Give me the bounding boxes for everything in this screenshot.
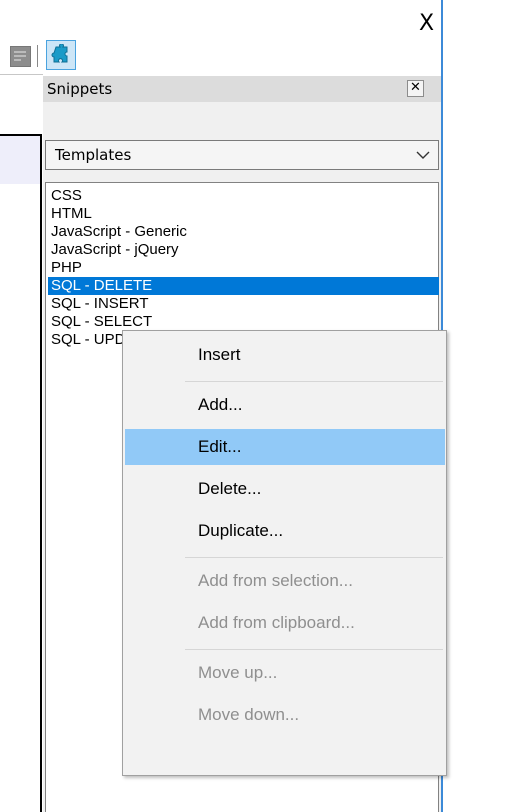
panel-title: Snippets xyxy=(47,80,113,98)
right-blank-area xyxy=(443,0,530,812)
menu-item-label: Move down... xyxy=(198,705,300,724)
menu-item-move-up[interactable]: Move up... xyxy=(125,655,445,691)
editor-area[interactable] xyxy=(0,76,40,812)
snippets-toggle-button[interactable] xyxy=(46,40,76,70)
menu-item-move-down[interactable]: Move down... xyxy=(125,697,445,733)
menu-item-delete[interactable]: Delete... xyxy=(125,471,445,507)
document-list-icon[interactable] xyxy=(10,46,31,67)
menu-item-label: Add... xyxy=(198,395,243,414)
menu-item-label: Insert xyxy=(198,345,241,364)
menu-item-label: Duplicate... xyxy=(198,521,284,540)
editor-border xyxy=(40,134,42,812)
menu-item-insert[interactable]: Insert xyxy=(125,337,445,373)
toolbar xyxy=(0,38,441,74)
window-close-button[interactable]: X xyxy=(419,12,434,36)
menu-item-add[interactable]: Add... xyxy=(125,387,445,423)
menu-item-add-from-selection[interactable]: Add from selection... xyxy=(125,563,445,599)
editor-current-line xyxy=(0,136,40,184)
menu-separator xyxy=(185,381,443,382)
list-item-sql-delete[interactable]: SQL - DELETE xyxy=(48,277,439,295)
list-item-css[interactable]: CSS xyxy=(48,187,439,205)
list-item-javascript-generic[interactable]: JavaScript - Generic xyxy=(48,223,439,241)
panel-header: Snippets ✕ xyxy=(43,76,441,102)
menu-item-label: Add from selection... xyxy=(198,571,353,590)
menu-separator xyxy=(185,649,443,650)
list-item-sql-select[interactable]: SQL - SELECT xyxy=(48,313,439,331)
editor-divider xyxy=(0,74,43,75)
menu-item-add-from-clipboard[interactable]: Add from clipboard... xyxy=(125,605,445,641)
select-value: Templates xyxy=(55,146,132,164)
list-item-sql-insert[interactable]: SQL - INSERT xyxy=(48,295,439,313)
menu-item-edit[interactable]: Edit... xyxy=(125,429,445,465)
template-category-select[interactable]: Templates xyxy=(45,140,439,170)
list-item-php[interactable]: PHP xyxy=(48,259,439,277)
close-icon[interactable]: ✕ xyxy=(407,80,424,97)
menu-item-label: Move up... xyxy=(198,663,278,682)
menu-separator xyxy=(185,557,443,558)
toolbar-separator xyxy=(37,45,38,67)
list-item-javascript-jquery[interactable]: JavaScript - jQuery xyxy=(48,241,439,259)
menu-item-label: Edit... xyxy=(198,437,242,456)
menu-item-duplicate[interactable]: Duplicate... xyxy=(125,513,445,549)
menu-item-label: Add from clipboard... xyxy=(198,613,355,632)
puzzle-piece-icon xyxy=(51,44,68,63)
list-item-html[interactable]: HTML xyxy=(48,205,439,223)
context-menu: Insert Add... Edit... Delete... Duplicat… xyxy=(122,330,447,776)
chevron-down-icon xyxy=(416,151,430,159)
menu-item-label: Delete... xyxy=(198,479,262,498)
